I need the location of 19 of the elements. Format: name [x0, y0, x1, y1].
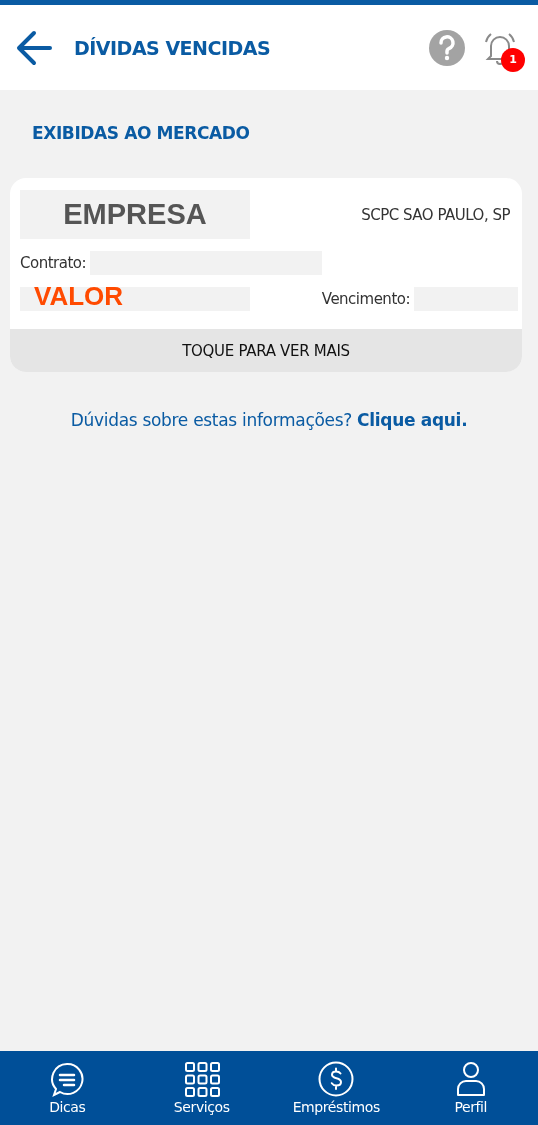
page-title: DÍVIDAS VENCIDAS — [74, 36, 271, 59]
amount-label: VALOR — [34, 281, 124, 312]
nav-tab[interactable]: Perfil — [415, 1061, 526, 1115]
contract-label: Contrato: — [20, 254, 86, 272]
nav-tab[interactable]: Empréstimos — [281, 1061, 392, 1115]
debt-card[interactable]: EMPRESA SCPC SAO PAULO, SP Contrato: VALOR Vencimento: TOQUE PARA VER MAIS — [10, 178, 522, 372]
company-name: EMPRESA — [20, 190, 250, 239]
nav-tab[interactable]: Dicas — [12, 1061, 123, 1115]
see-more-footer[interactable]: TOQUE PARA VER MAIS — [10, 329, 522, 372]
due-date-label: Vencimento: — [321, 290, 410, 308]
nav-tab[interactable]: Serviços — [146, 1061, 257, 1115]
grid-icon[interactable] — [183, 1061, 220, 1097]
bureau-name: SCPC SAO PAULO, SP — [361, 205, 510, 224]
chat-bubble-icon[interactable] — [49, 1061, 86, 1097]
section-title: EXIBIDAS AO MERCADO — [31, 122, 251, 145]
help-text: Dúvidas sobre estas informações? — [70, 410, 353, 430]
dollar-coin-icon[interactable] — [318, 1061, 355, 1097]
notification-badge: 1 — [501, 47, 525, 72]
help-link[interactable]: Clique aqui. — [357, 410, 468, 430]
